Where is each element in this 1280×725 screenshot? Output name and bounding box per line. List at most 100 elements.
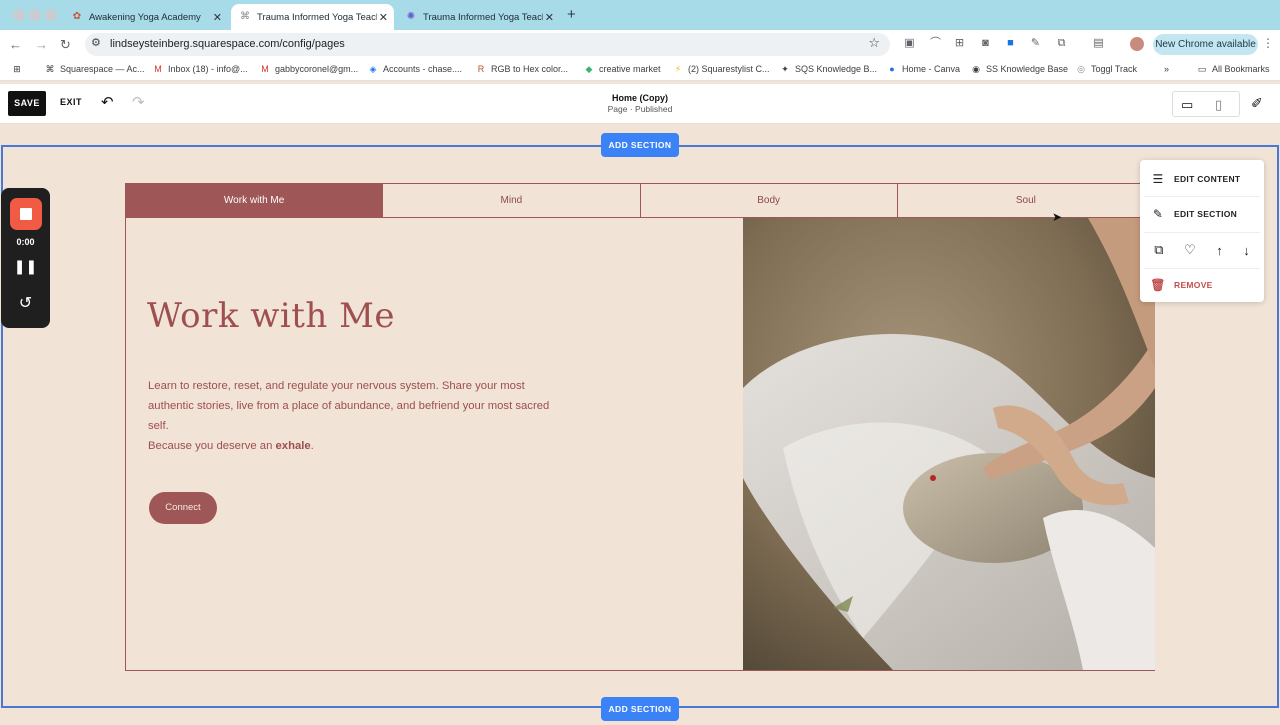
pause-icon[interactable]: ❚❚	[1, 258, 50, 275]
address-bar[interactable]: ⚙ lindseysteinberg.squarespace.com/confi…	[85, 33, 890, 56]
list-icon: ☰	[1152, 172, 1164, 186]
sparkle-icon: ✦	[781, 64, 789, 74]
browser-tab[interactable]: ✿ Awakening Yoga Academy ✕	[63, 4, 228, 30]
site-styles-brush-icon[interactable]: ✐	[1251, 95, 1263, 112]
tab-work-with-me[interactable]: Work with Me	[126, 184, 384, 217]
bookmark-item[interactable]: ● Home - Canva	[887, 64, 960, 74]
bookmark-item[interactable]: ⌘ Squarespace — Ac...	[45, 64, 145, 74]
bookmark-item[interactable]: ◈ Accounts - chase....	[368, 64, 463, 74]
bookmarks-overflow-icon[interactable]: »	[1164, 64, 1169, 74]
tab-mind[interactable]: Mind	[383, 184, 641, 217]
remove-section-button[interactable]: 🗑 REMOVE	[1144, 270, 1260, 300]
mobile-icon[interactable]: ▯	[1215, 97, 1222, 113]
bookmark-item[interactable]: ◎ Toggl Track	[1076, 64, 1137, 74]
extension-icon[interactable]: ⌒	[929, 37, 942, 50]
tab-soul[interactable]: Soul	[897, 184, 1154, 217]
body-paragraph: Learn to restore, reset, and regulate yo…	[148, 380, 550, 432]
creative-market-icon: ◆	[585, 64, 593, 74]
stop-recording-button[interactable]	[10, 198, 42, 230]
bookmark-item[interactable]: ⚡ (2) Squarestylist C...	[673, 64, 770, 74]
save-to-favorites-heart-icon[interactable]: ♡	[1184, 242, 1196, 258]
editor-toolbar: SAVE EXIT ↶ ↷ Home (Copy) Page · Publish…	[0, 84, 1280, 124]
bookmark-item[interactable]: ✦ SQS Knowledge B...	[780, 64, 877, 74]
extensions-puzzle-icon[interactable]: ⧉	[1055, 37, 1068, 50]
edit-section-button[interactable]: ✎ EDIT SECTION	[1144, 199, 1260, 229]
apps-grid-icon[interactable]: ⊞	[12, 64, 27, 74]
site-info-icon[interactable]: ⚙	[91, 36, 101, 49]
page-status: Page · Published	[607, 104, 673, 114]
desktop-icon[interactable]: ▭	[1181, 97, 1193, 113]
close-tab-icon[interactable]: ✕	[379, 11, 388, 24]
canva-icon: ●	[889, 64, 895, 74]
profile-avatar[interactable]	[1130, 37, 1144, 51]
minimize-window-button[interactable]	[29, 9, 41, 21]
tagline-suffix: .	[310, 440, 314, 452]
close-tab-icon[interactable]: ✕	[213, 11, 222, 24]
save-button[interactable]: SAVE	[8, 91, 46, 116]
reading-list-icon[interactable]: ▤	[1092, 37, 1105, 50]
eyedropper-icon[interactable]: ✎	[1029, 37, 1042, 50]
page-title: Home (Copy)	[612, 93, 668, 103]
bookmark-item[interactable]: ◉ SS Knowledge Base	[971, 64, 1068, 74]
bookmark-item[interactable]: Mgabbycoronel@gm...	[260, 64, 358, 74]
back-icon[interactable]: ←	[9, 37, 22, 52]
menu-divider	[1144, 232, 1260, 233]
yoga-favicon-icon: ✿	[72, 11, 82, 22]
duplicate-icon[interactable]: ⧉	[1154, 242, 1163, 258]
screen-recorder-widget: 0:00 ❚❚ ↺	[1, 188, 50, 328]
edit-content-button[interactable]: ☰ EDIT CONTENT	[1144, 164, 1260, 194]
section-context-menu: ☰ EDIT CONTENT ✎ EDIT SECTION ⧉ ♡ ↑ ↓ 🗑 …	[1140, 160, 1264, 302]
tab-body[interactable]: Body	[640, 184, 898, 217]
chase-icon: ◈	[369, 64, 377, 74]
gmail-icon: M	[261, 64, 269, 74]
trash-icon: 🗑	[1150, 278, 1166, 292]
redo-icon[interactable]: ↷	[132, 93, 145, 111]
add-section-button-top[interactable]: ADD SECTION	[601, 133, 679, 157]
move-down-arrow-icon[interactable]: ↓	[1243, 243, 1250, 258]
reload-icon[interactable]: ↻	[60, 37, 71, 53]
chrome-menu-icon[interactable]: ⋮	[1262, 36, 1274, 50]
yoga-photo-illustration	[743, 218, 1155, 670]
close-window-button[interactable]	[13, 9, 25, 21]
bookmarks-bar: ⊞ ⌘ Squarespace — Ac... M Inbox (18) - inf…	[0, 59, 1280, 81]
connect-button[interactable]: Connect	[149, 492, 217, 524]
folder-icon: ▭	[1197, 64, 1207, 74]
bookmark-item[interactable]: ◆ creative market	[584, 64, 661, 74]
mouse-cursor-icon: ➤	[1052, 210, 1063, 224]
tagline-prefix: Because you deserve an	[148, 440, 276, 452]
restart-icon[interactable]: ↺	[1, 293, 50, 313]
extension-icon[interactable]: ▣	[903, 37, 916, 50]
browser-tab[interactable]: ✺ Trauma Informed Yoga Teache ✕	[397, 4, 560, 30]
new-tab-button[interactable]: +	[567, 6, 576, 23]
exit-button[interactable]: EXIT	[60, 97, 82, 107]
tabs-navigation: Work with Me Mind Body Soul	[125, 183, 1155, 218]
extension-grid-icon[interactable]: ⊞	[953, 37, 966, 50]
camera-extension-icon[interactable]: ◙	[979, 37, 992, 50]
add-section-button-bottom[interactable]: ADD SECTION	[601, 697, 679, 721]
extension-icon[interactable]: ■	[1004, 37, 1017, 50]
move-up-arrow-icon[interactable]: ↑	[1216, 243, 1223, 258]
close-tab-icon[interactable]: ✕	[545, 11, 554, 24]
undo-icon[interactable]: ↶	[101, 93, 114, 111]
bookmark-star-icon[interactable]: ☆	[868, 35, 880, 51]
globe-icon: ◉	[972, 64, 980, 74]
squarespace-icon: ⌘	[45, 64, 55, 74]
yoga-photo	[743, 218, 1155, 670]
section-body-text: Learn to restore, reset, and regulate yo…	[148, 376, 568, 456]
browser-toolbar: ← → ↻ ⚙ lindseysteinberg.squarespace.com…	[0, 30, 1280, 59]
bookmark-item[interactable]: R RGB to Hex color...	[476, 64, 568, 74]
forward-icon[interactable]: →	[35, 37, 48, 52]
section-heading: Work with Me	[147, 296, 396, 336]
chrome-update-button[interactable]: New Chrome available	[1153, 34, 1258, 55]
section-actions-row: ⧉ ♡ ↑ ↓	[1144, 236, 1260, 264]
maximize-window-button[interactable]	[45, 9, 57, 21]
browser-tab-active[interactable]: ⌘ Trauma Informed Yoga Teache ✕	[231, 4, 394, 30]
tagline-bold: exhale	[275, 440, 311, 452]
all-bookmarks[interactable]: ▭ All Bookmarks	[1197, 64, 1270, 74]
bookmark-item[interactable]: M Inbox (18) - info@...	[153, 64, 247, 74]
url-text: lindseysteinberg.squarespace.com/config/…	[110, 38, 345, 50]
toggl-icon: ◎	[1077, 64, 1085, 74]
lightning-icon: ⚡	[674, 64, 682, 74]
recording-timer: 0:00	[16, 237, 35, 247]
star-favicon-icon: ✺	[406, 11, 416, 22]
